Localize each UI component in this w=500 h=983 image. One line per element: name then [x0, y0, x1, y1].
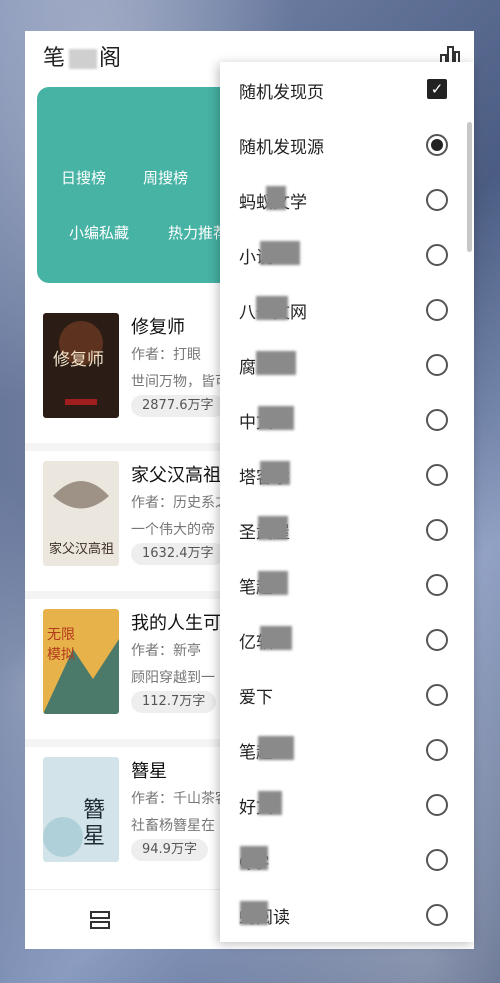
book-author: 作者：打眼 [131, 347, 201, 363]
menu-item[interactable]: 随机发现页 ✓ [220, 62, 474, 117]
book-title: 家父汉高祖 [131, 465, 221, 486]
radio-button[interactable] [426, 244, 448, 266]
radio-button[interactable] [426, 409, 448, 431]
app-title: 笔阁 [43, 40, 123, 72]
book-word-count: 112.7万字 [131, 691, 217, 713]
book-cover: 无限 模拟 [43, 609, 119, 714]
book-word-count: 2877.6万字 [131, 395, 225, 417]
book-intro: 顾阳穿越到一 [131, 670, 215, 686]
menu-item[interactable]: 亿软 [220, 612, 474, 667]
redacted-block [266, 186, 286, 210]
svg-text:修复师: 修复师 [53, 350, 104, 370]
radio-button[interactable] [426, 134, 448, 156]
menu-item[interactable]: 塔客学 [220, 447, 474, 502]
book-intro: 社畜杨簪星在 [131, 818, 215, 834]
bookshelf-icon[interactable] [87, 907, 113, 933]
book-author: 作者：新亭 [131, 643, 201, 659]
menu-item-label: 随机发现源 [239, 138, 324, 158]
redacted-block [260, 461, 290, 485]
menu-item[interactable]: 腐 [220, 337, 474, 392]
redacted-block [256, 351, 296, 375]
redacted-block [260, 626, 292, 650]
book-title: 我的人生可 [131, 613, 221, 634]
redacted-block [258, 791, 282, 815]
book-author: 作者：历史系之 [131, 495, 229, 511]
menu-item[interactable]: 好文 [220, 777, 474, 832]
menu-item[interactable]: 爱下 [220, 667, 474, 722]
svg-text:簪: 簪 [83, 798, 105, 823]
book-word-count: 1632.4万字 [131, 543, 225, 565]
menu-item[interactable]: 笔趣 [220, 722, 474, 777]
redacted-block [260, 241, 300, 265]
redacted-block [69, 49, 98, 69]
svg-text:家父汉高祖: 家父汉高祖 [49, 541, 114, 557]
svg-text:星: 星 [83, 824, 105, 849]
radio-button[interactable] [426, 904, 448, 926]
radio-button[interactable] [426, 849, 448, 871]
radio-button[interactable] [426, 684, 448, 706]
book-intro: 一个伟大的帝 [131, 522, 215, 538]
redacted-block [258, 406, 294, 430]
book-cover: 簪星 [43, 757, 119, 862]
menu-item[interactable]: 圣武屋 [220, 502, 474, 557]
redacted-block [258, 516, 288, 540]
redacted-block [258, 571, 288, 595]
book-title: 修复师 [131, 317, 185, 338]
menu-item[interactable]: 八一文网 [220, 282, 474, 337]
redacted-block [256, 296, 288, 320]
book-author: 作者：千山茶客 [131, 791, 229, 807]
source-dropdown-menu: 随机发现页✓随机发现源蚂蚁文学小说八一文网腐中文塔客学圣武屋笔趣亿软爱下笔趣好文… [220, 62, 474, 942]
radio-button[interactable] [426, 354, 448, 376]
checkbox[interactable]: ✓ [427, 79, 447, 99]
tag-week-search[interactable]: 周搜榜 [143, 167, 188, 188]
app-title-suffix: 阁 [99, 46, 124, 71]
tag-hot-recommend[interactable]: 热力推荐 [168, 222, 228, 243]
book-cover: 修复师 [43, 313, 119, 418]
radio-button[interactable] [426, 519, 448, 541]
radio-button[interactable] [426, 574, 448, 596]
radio-button[interactable] [426, 464, 448, 486]
radio-button[interactable] [426, 739, 448, 761]
radio-button[interactable] [426, 299, 448, 321]
book-cover: 家父汉高祖 [43, 461, 119, 566]
book-title: 簪星 [131, 761, 167, 782]
tag-day-search[interactable]: 日搜榜 [61, 167, 106, 188]
menu-item[interactable]: 蚂蚁文学 [220, 172, 474, 227]
radio-button[interactable] [426, 629, 448, 651]
book-intro: 世间万物，皆可 [131, 374, 229, 390]
redacted-block [240, 846, 268, 870]
menu-item[interactable]: 蚂阅读 [220, 887, 474, 942]
tag-editor-picks[interactable]: 小编私藏 [69, 222, 129, 243]
book-word-count: 94.9万字 [131, 839, 208, 861]
menu-item-label: 爱下 [239, 688, 273, 708]
app-title-prefix: 笔 [43, 46, 68, 71]
redacted-block [240, 901, 268, 925]
menu-item-label: 随机发现页 [239, 83, 324, 103]
menu-item[interactable]: 小说 [220, 227, 474, 282]
radio-button[interactable] [426, 794, 448, 816]
svg-text:模拟: 模拟 [47, 647, 75, 663]
menu-item[interactable]: 笔趣 [220, 557, 474, 612]
menu-item[interactable]: Q学 [220, 832, 474, 887]
menu-item[interactable]: 随机发现源 [220, 117, 474, 172]
redacted-block [258, 736, 294, 760]
svg-text:无限: 无限 [47, 627, 75, 643]
menu-item-label: 腐 [239, 358, 256, 378]
radio-button[interactable] [426, 189, 448, 211]
menu-item[interactable]: 中文 [220, 392, 474, 447]
